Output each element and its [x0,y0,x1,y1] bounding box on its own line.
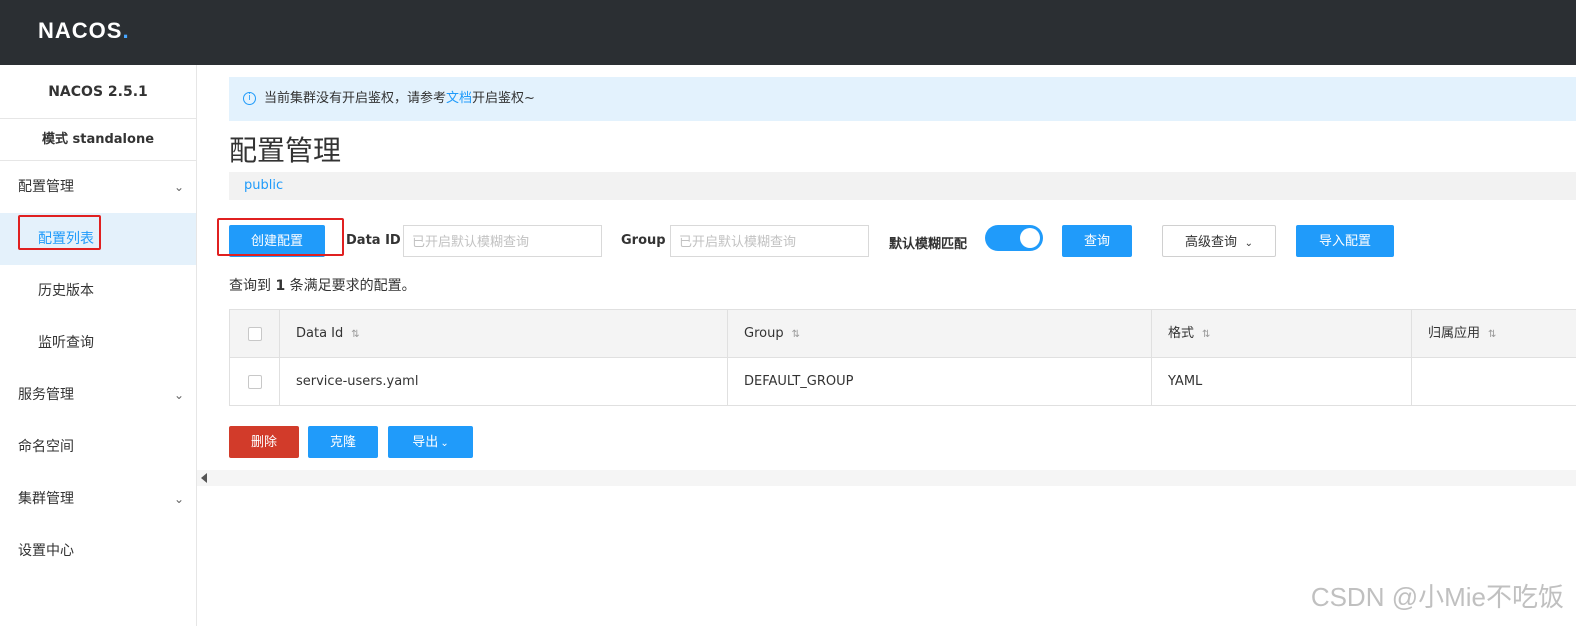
clone-button[interactable]: 克隆 [308,426,378,458]
sidebar-item-service-management[interactable]: 服务管理 ⌄ [0,369,196,421]
column-label: 归属应用 [1428,326,1481,341]
create-config-button[interactable]: 创建配置 [229,225,325,257]
auth-notice: i 当前集群没有开启鉴权，请参考文档开启鉴权~ [229,77,1576,121]
column-label: Group [744,326,784,341]
docs-link[interactable]: 文档 [446,91,472,106]
chevron-down-icon: ⌄ [440,438,449,449]
sidebar-item-config-list[interactable]: 配置列表 [0,213,196,265]
column-header-group[interactable]: Group ⇅ [727,310,1151,357]
sidebar-item-label: 配置管理 [18,179,74,195]
namespace-tab-public[interactable]: public [244,178,283,193]
row-checkbox[interactable] [247,374,262,389]
table-header-row: Data Id ⇅ Group ⇅ 格式 ⇅ 归属应用 ⇅ [229,310,1576,358]
data-id-label: Data ID [346,233,401,248]
sort-icon[interactable]: ⇅ [1202,329,1210,340]
sidebar: NACOS 2.5.1 模式 standalone 配置管理 ⌄ 配置列表 历史… [0,65,197,626]
sidebar-item-config-management[interactable]: 配置管理 ⌄ [0,161,196,213]
data-id-input[interactable] [403,225,602,257]
group-label: Group [621,233,666,248]
cell-app [1411,358,1576,405]
table-row: service-users.yaml DEFAULT_GROUP YAML [229,358,1576,406]
cell-data-id: service-users.yaml [279,358,727,405]
config-table: Data Id ⇅ Group ⇅ 格式 ⇅ 归属应用 ⇅ service-users.… [229,309,1576,406]
horizontal-scrollbar[interactable] [197,470,1576,486]
import-config-button[interactable]: 导入配置 [1296,225,1394,257]
chevron-down-icon: ⌄ [173,180,184,194]
result-count: 1 [275,278,286,294]
query-button[interactable]: 查询 [1062,225,1132,257]
top-navbar: NACOS. [0,0,1576,65]
sidebar-item-label: 服务管理 [18,387,74,403]
watermark: CSDN @小Mie不吃饭 [1310,582,1564,612]
select-all-checkbox[interactable] [247,326,262,341]
group-input[interactable] [670,225,869,257]
column-header-data-id[interactable]: Data Id ⇅ [279,310,727,357]
sidebar-item-settings-center[interactable]: 设置中心 [0,525,196,577]
cell-group: DEFAULT_GROUP [727,358,1151,405]
column-header-format[interactable]: 格式 ⇅ [1151,310,1411,357]
advanced-query-label: 高级查询 [1184,234,1237,249]
main-content: i 当前集群没有开启鉴权，请参考文档开启鉴权~ 配置管理 public 创建配置 … [197,65,1576,626]
advanced-query-button[interactable]: 高级查询 ⌄ [1162,225,1276,257]
sidebar-item-cluster-management[interactable]: 集群管理 ⌄ [0,473,196,525]
sidebar-item-listener-query[interactable]: 监听查询 [0,317,196,369]
column-header-app[interactable]: 归属应用 ⇅ [1411,310,1576,357]
sidebar-item-label: 历史版本 [38,283,94,299]
fuzzy-match-label: 默认模糊匹配 [889,237,968,252]
result-prefix: 查询到 [229,278,276,294]
chevron-down-icon: ⌄ [173,388,184,402]
sidebar-version: NACOS 2.5.1 [0,65,196,119]
toggle-knob [1020,228,1040,248]
fuzzy-match-toggle[interactable] [985,225,1043,251]
info-icon: i [243,92,256,105]
export-button[interactable]: 导出 ⌄ [388,426,473,458]
namespace-bar: public [229,172,1576,200]
column-label: Data Id [296,326,344,341]
notice-text-before: 当前集群没有开启鉴权，请参考 [264,91,447,106]
sidebar-item-label: 监听查询 [38,335,94,351]
delete-button[interactable]: 删除 [229,426,299,458]
cell-format: YAML [1151,358,1411,405]
sort-icon[interactable]: ⇅ [792,329,800,340]
sidebar-mode: 模式 standalone [0,119,196,161]
header-select-cell [229,310,279,357]
page-title: 配置管理 [229,134,342,167]
result-summary: 查询到 1 条满足要求的配置。 [229,275,416,295]
sidebar-item-history[interactable]: 历史版本 [0,265,196,317]
sidebar-item-label: 设置中心 [18,543,74,559]
nacos-logo[interactable]: NACOS. [38,18,130,44]
result-suffix: 条满足要求的配置。 [285,278,416,294]
row-select-cell [229,358,279,405]
export-label: 导出 [412,434,439,449]
sidebar-item-namespace[interactable]: 命名空间 [0,421,196,473]
sidebar-item-label: 配置列表 [38,231,94,247]
sort-icon[interactable]: ⇅ [351,329,359,340]
chevron-down-icon: ⌄ [173,492,184,506]
chevron-down-icon: ⌄ [1244,238,1254,249]
sidebar-item-label: 命名空间 [18,439,74,455]
sort-icon[interactable]: ⇅ [1488,329,1496,340]
scroll-left-arrow-icon[interactable] [201,473,207,483]
sidebar-item-label: 集群管理 [18,491,74,507]
notice-text-after: 开启鉴权~ [472,91,535,106]
column-label: 格式 [1168,326,1195,341]
